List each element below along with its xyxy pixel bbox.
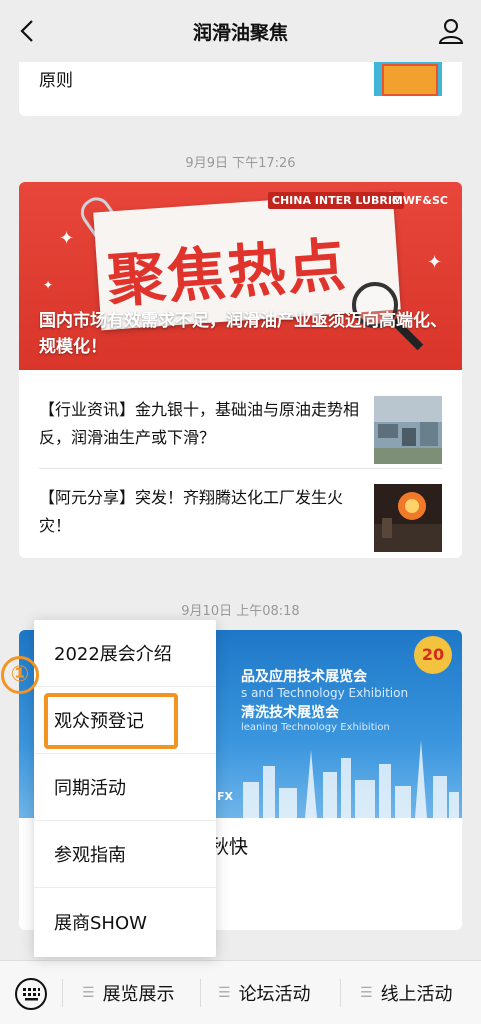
page-title: 润滑油聚焦 [192,21,288,44]
article-thumbnail [374,60,442,96]
anniversary-badge: 20 [414,636,452,674]
article-card: 聚焦热点 ✦ ✦ ✦ CHINA INTER LUBRIC MWF&SC 国内市… [19,182,462,558]
popup-menu: 2022展会介绍 观众预登记 同期活动 参观指南 展商SHOW [34,620,216,957]
menu-item-exhibition-intro[interactable]: 2022展会介绍 [34,620,216,687]
banner-caption: 国内市场有效需求不足，润滑油产业亟须迈向高端化、规模化！ [39,311,447,357]
user-profile-icon[interactable] [437,17,465,45]
banner-text: 品及应用技术展览会 [241,669,367,685]
tab-exhibition-display[interactable]: ☰ 展览展示 [82,979,175,1007]
tab-forum-activities[interactable]: ☰ 论坛活动 [218,979,311,1007]
article-banner[interactable]: 聚焦热点 ✦ ✦ ✦ CHINA INTER LUBRIC MWF&SC 国内市… [19,182,462,370]
sparkle-icon: ✦ [43,278,54,292]
menu-icon: ☰ [360,985,373,1001]
list-item-title: 【行业资讯】金九银十，基础油与原油走势相反，润滑油生产或下滑？ [39,400,360,447]
article-title: 原则 [39,71,73,91]
banner-text: 清洗技术展览会 [241,705,339,721]
banner-text: FX [217,790,233,803]
article-thumbnail [374,396,442,464]
banner-text: leaning Technology Exhibition [241,722,390,733]
tab-label: 线上活动 [380,984,453,1005]
banner-headline: 聚焦热点 [105,230,350,316]
menu-icon: ☰ [218,985,231,1001]
article-thumbnail [374,484,442,552]
list-item[interactable]: 【行业资讯】金九银十，基础油与原油走势相反，润滑油生产或下滑？ [39,396,442,466]
tab-label: 论坛活动 [238,984,311,1005]
tab-label: 展览展示 [102,984,175,1005]
banner-text: s and Technology Exhibition [241,686,409,700]
menu-icon: ☰ [82,985,95,1001]
top-nav-bar: 润滑油聚焦 [0,0,481,62]
highlight-box [44,693,178,749]
brand-logo: MWF&SC [391,194,448,207]
step-marker: ① [1,656,39,694]
tab-online-activities[interactable]: ☰ 线上活动 [360,979,453,1007]
brand-logo: CHINA INTER LUBRIC [267,192,404,209]
sparkle-icon: ✦ [427,252,443,273]
sparkle-icon: ✦ [59,228,75,249]
message-timestamp: 9月10日 上午08:18 [181,604,300,619]
bottom-menu-bar: ☰ 展览展示 ☰ 论坛活动 ☰ 线上活动 [0,960,481,1024]
menu-item-visitor-guide[interactable]: 参观指南 [34,821,216,888]
list-item-title: 【阿元分享】突发！齐翔腾达化工厂发生火灾！ [39,488,344,535]
message-timestamp: 9月9日 下午17:26 [185,156,296,171]
menu-item-concurrent-events[interactable]: 同期活动 [34,754,216,821]
city-skyline-graphic [243,740,459,818]
back-arrow-icon[interactable] [14,17,42,45]
list-item[interactable]: 【阿元分享】突发！齐翔腾达化工厂发生火灾！ [39,484,442,554]
keyboard-icon[interactable] [14,977,48,1011]
menu-item-exhibitor-show[interactable]: 展商SHOW [34,888,216,955]
